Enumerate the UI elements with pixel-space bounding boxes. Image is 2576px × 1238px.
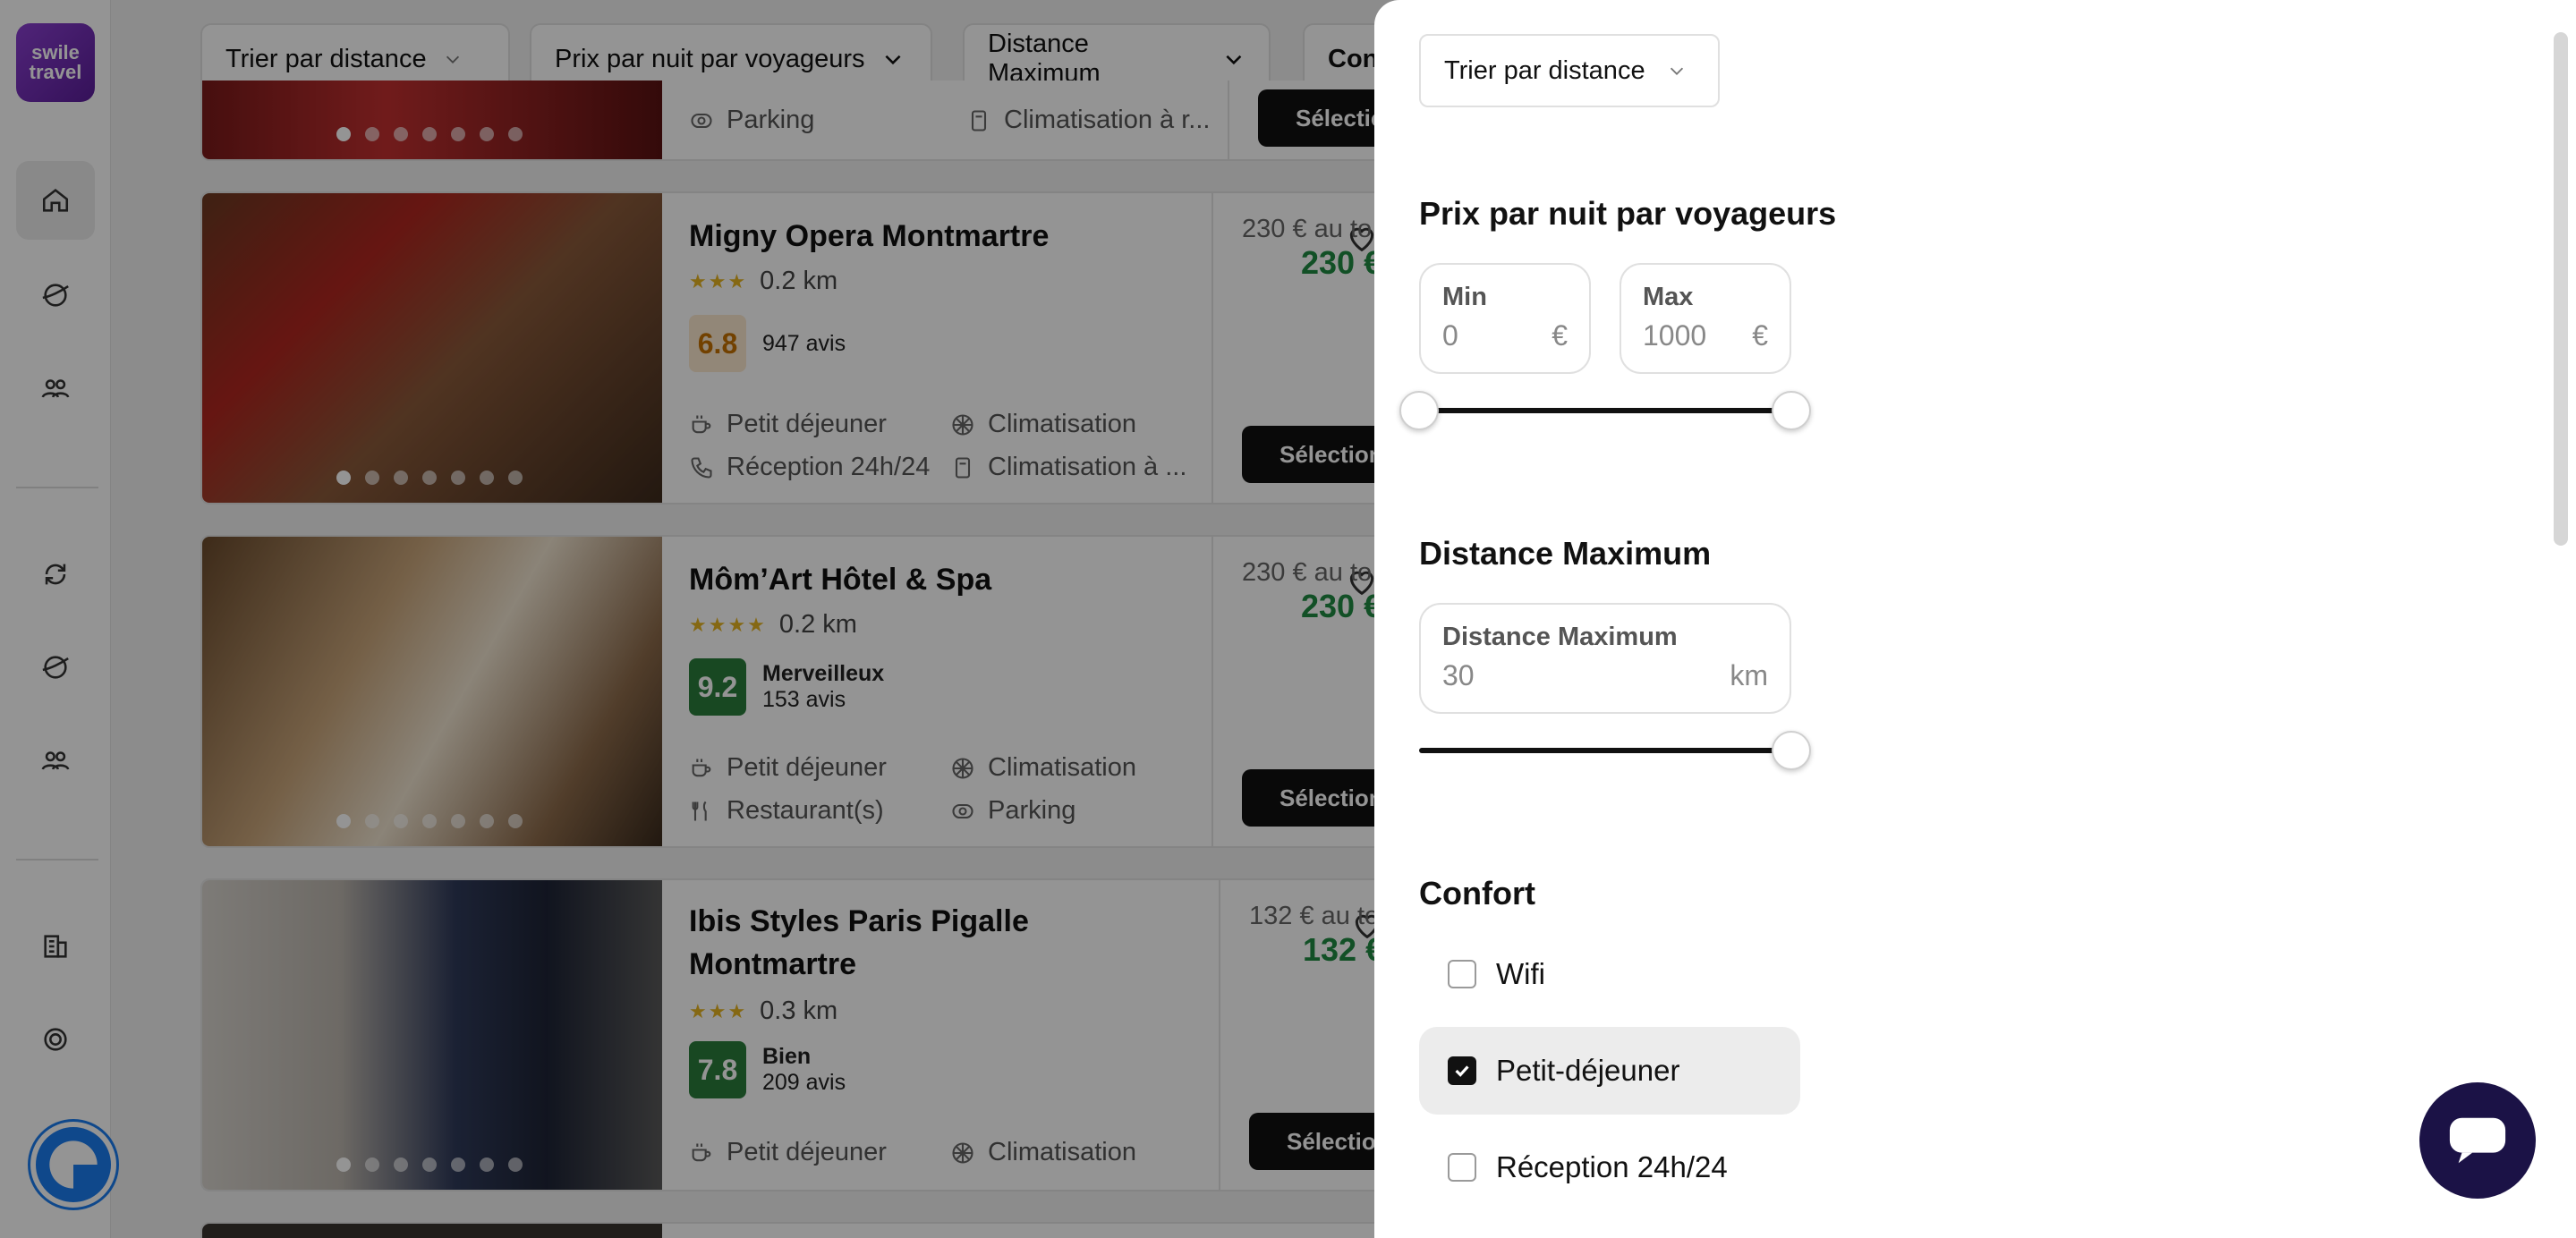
comfort-option-label: Petit-déjeuner — [1496, 1054, 1680, 1087]
comfort-option-wifi[interactable]: Wifi — [1419, 930, 1800, 1018]
price-min-label: Min — [1442, 283, 1487, 311]
price-max-value: 1000 — [1643, 319, 1707, 352]
currency-symbol: € — [1752, 319, 1768, 352]
panel-scrollbar[interactable] — [2554, 32, 2568, 546]
comfort-option-label: Réception 24h/24 — [1496, 1150, 1728, 1183]
distance-unit: km — [1730, 659, 1768, 691]
checkbox-checked[interactable] — [1448, 1056, 1476, 1085]
comfort-section-title: Confort — [1419, 875, 1535, 912]
comfort-option-breakfast[interactable]: Petit-déjeuner — [1419, 1027, 1800, 1115]
price-section-title: Prix par nuit par voyageurs — [1419, 195, 1837, 232]
distance-max-label: Distance Maximum — [1442, 623, 1678, 651]
price-max-thumb[interactable] — [1772, 391, 1811, 430]
comfort-option-reception[interactable]: Réception 24h/24 — [1419, 1124, 1800, 1211]
sort-select-label: Trier par distance — [1444, 55, 1645, 85]
price-min-field[interactable]: Min 0 € — [1419, 263, 1591, 374]
distance-max-value: 30 — [1442, 659, 1475, 691]
price-max-label: Max — [1643, 283, 1694, 311]
filter-panel: Trier par distance Prix par nuit par voy… — [1374, 0, 2576, 1238]
price-max-field[interactable]: Max 1000 € — [1620, 263, 1791, 374]
comfort-option-label: Wifi — [1496, 957, 1545, 990]
distance-thumb[interactable] — [1772, 731, 1811, 770]
price-min-thumb[interactable] — [1399, 391, 1439, 430]
checkbox[interactable] — [1448, 1153, 1476, 1182]
distance-max-field[interactable]: Distance Maximum 30 km — [1419, 603, 1791, 714]
price-range-track[interactable] — [1419, 408, 1791, 413]
chevron-down-icon — [1670, 67, 1683, 75]
chat-button[interactable] — [2419, 1082, 2536, 1199]
distance-track[interactable] — [1419, 748, 1791, 753]
distance-section-title: Distance Maximum — [1419, 535, 1712, 572]
price-min-value: 0 — [1442, 319, 1458, 352]
sort-select[interactable]: Trier par distance — [1419, 34, 1720, 107]
checkmark-icon — [1455, 1065, 1469, 1077]
checkbox[interactable] — [1448, 960, 1476, 988]
currency-symbol: € — [1552, 319, 1568, 352]
chat-bubble-icon — [2449, 1117, 2506, 1164]
